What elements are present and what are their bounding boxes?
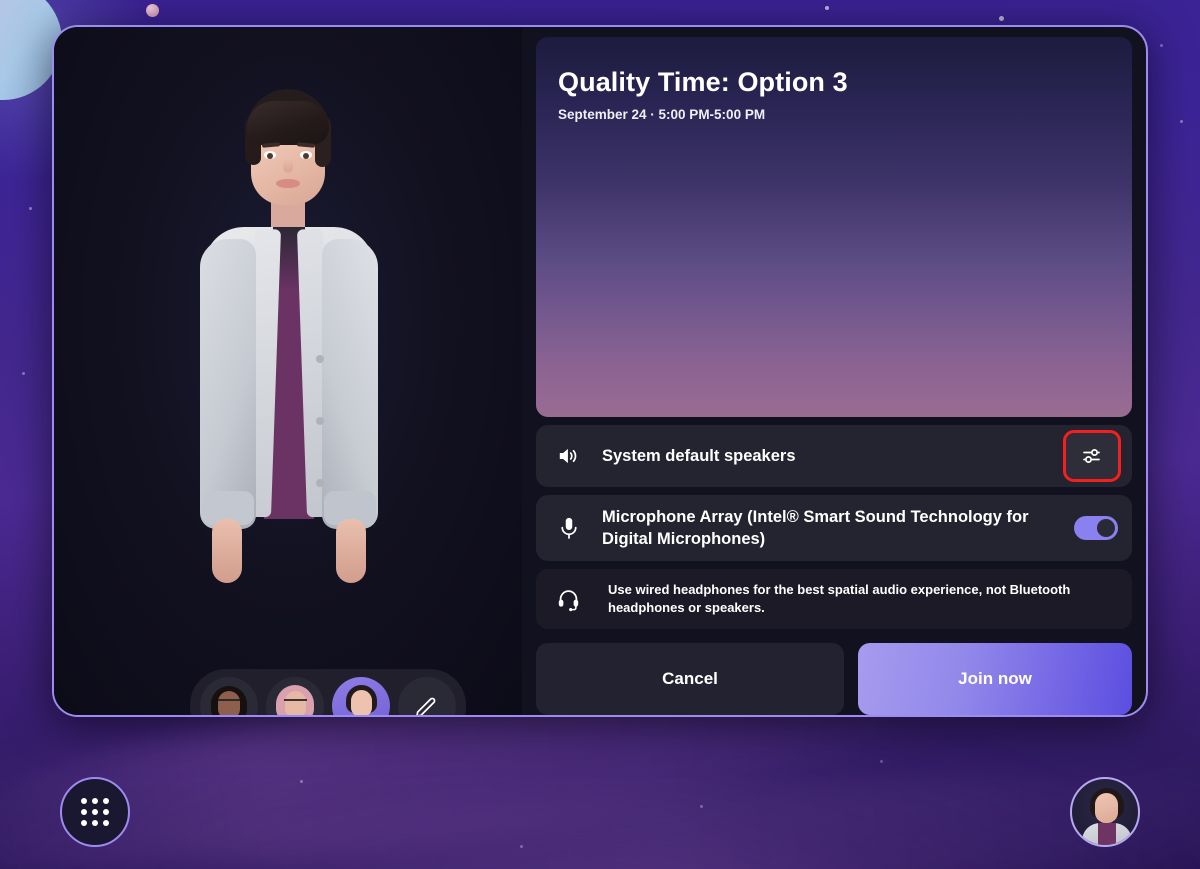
star: [825, 6, 829, 10]
moon-decoration: [146, 4, 159, 17]
desktop-background: Quality Time: Option 3 September 24 · 5:…: [0, 0, 1200, 869]
pencil-icon: [416, 697, 436, 715]
prejoin-dialog: Quality Time: Option 3 September 24 · 5:…: [52, 25, 1148, 717]
avatar-pupil: [303, 153, 309, 159]
dialog-action-bar: Cancel Join now: [536, 643, 1132, 715]
avatar-lips: [276, 179, 300, 188]
star: [29, 207, 32, 210]
star: [999, 16, 1004, 21]
avatar-thumb-face: [351, 690, 372, 715]
avatar-preview-stage: [54, 27, 522, 715]
star: [1160, 44, 1163, 47]
glasses-icon: [284, 699, 307, 705]
toggle-knob: [1097, 519, 1115, 537]
avatar-pupil: [267, 153, 273, 159]
background-glow: [0, 699, 1200, 869]
avatar-picker: [190, 669, 466, 715]
avatar-hand: [212, 519, 242, 583]
edit-avatar-button[interactable]: [398, 677, 456, 715]
avatar-figure: [138, 87, 438, 647]
avatar-option-1[interactable]: [200, 677, 258, 715]
user-avatar-face: [1095, 793, 1118, 823]
meeting-header: Quality Time: Option 3 September 24 · 5:…: [558, 67, 848, 122]
speaker-device-row[interactable]: System default speakers: [536, 425, 1132, 487]
avatar-sleeve: [322, 239, 378, 529]
avatar-hand: [336, 519, 366, 583]
user-avatar-button[interactable]: [1070, 777, 1140, 847]
star: [300, 780, 303, 783]
star: [1180, 120, 1183, 123]
avatar-button: [316, 355, 324, 363]
microphone-device-label: Microphone Array (Intel® Smart Sound Tec…: [602, 507, 1029, 548]
glasses-icon: [218, 699, 240, 705]
avatar-sleeve: [200, 239, 256, 529]
avatar-option-2[interactable]: [266, 677, 324, 715]
grid-dots-icon: [81, 798, 109, 826]
star: [700, 805, 703, 808]
speaker-device-label: System default speakers: [602, 446, 796, 465]
spatial-audio-tip: Use wired headphones for the best spatia…: [536, 569, 1132, 629]
star: [520, 845, 523, 848]
avatar-button: [316, 479, 324, 487]
spatial-audio-tip-text: Use wired headphones for the best spatia…: [608, 582, 1071, 615]
meeting-title: Quality Time: Option 3: [558, 67, 848, 97]
meeting-panel: Quality Time: Option 3 September 24 · 5:…: [522, 27, 1146, 715]
sliders-icon: [1083, 449, 1100, 463]
avatar-hair-top: [247, 101, 329, 145]
meeting-time: September 24 · 5:00 PM-5:00 PM: [558, 107, 766, 122]
speaker-icon: [556, 443, 602, 469]
microphone-device-row[interactable]: Microphone Array (Intel® Smart Sound Tec…: [536, 495, 1132, 561]
app-launcher-button[interactable]: [60, 777, 130, 847]
headset-icon: [556, 587, 608, 612]
user-avatar-shirt: [1098, 823, 1116, 845]
avatar-nose: [283, 159, 293, 173]
star: [880, 760, 883, 763]
speaker-settings-button[interactable]: [1063, 430, 1121, 482]
video-preview: Quality Time: Option 3 September 24 · 5:…: [536, 37, 1132, 417]
cancel-button[interactable]: Cancel: [536, 643, 844, 715]
join-now-button[interactable]: Join now: [858, 643, 1132, 715]
microphone-icon: [556, 515, 602, 541]
microphone-toggle[interactable]: [1074, 516, 1118, 540]
star: [22, 372, 25, 375]
avatar-option-3[interactable]: [332, 677, 390, 715]
avatar-button: [316, 417, 324, 425]
